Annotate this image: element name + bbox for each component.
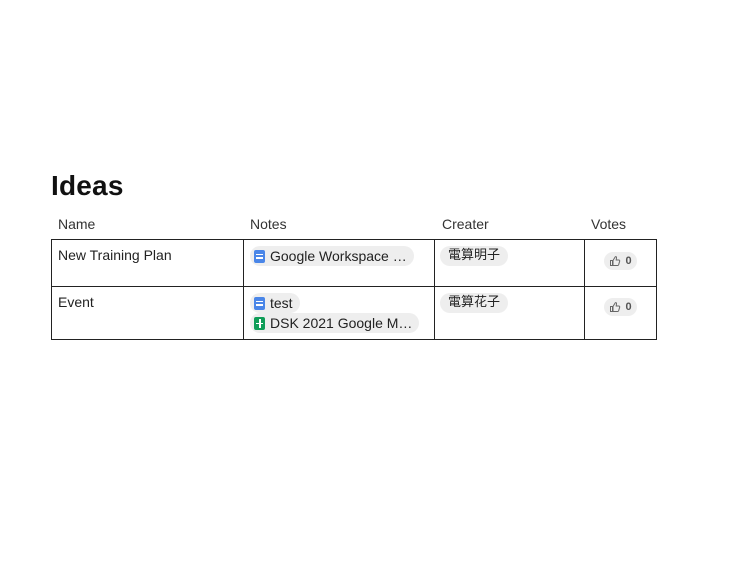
vote-count: 0 xyxy=(625,255,632,267)
docs-icon xyxy=(254,296,265,310)
file-chip[interactable]: test xyxy=(250,293,300,313)
creater-cell[interactable]: 電算明子 xyxy=(434,239,585,287)
notes-cell[interactable]: test DSK 2021 Google M… xyxy=(243,286,435,340)
vote-button[interactable]: 0 xyxy=(604,252,637,270)
table-header: Name Notes Creater Votes xyxy=(51,214,656,234)
ideas-table: New Training Plan Google Workspace … 電算明… xyxy=(51,239,657,340)
vote-count: 0 xyxy=(625,301,632,313)
file-chip-label: DSK 2021 Google M… xyxy=(270,315,413,331)
column-header-name: Name xyxy=(58,216,96,232)
table-row[interactable]: Event test DSK 2021 Google M… 電算花子 0 xyxy=(51,286,657,340)
column-header-notes: Notes xyxy=(250,216,287,232)
person-chip[interactable]: 電算明子 xyxy=(440,246,509,266)
file-chip[interactable]: DSK 2021 Google M… xyxy=(250,313,420,333)
file-chip-label: Google Workspace … xyxy=(270,248,407,264)
page-title: Ideas xyxy=(51,170,124,201)
docs-icon xyxy=(254,249,265,263)
table-row[interactable]: New Training Plan Google Workspace … 電算明… xyxy=(51,239,657,287)
page: Ideas Name Notes Creater Votes New Train… xyxy=(0,0,750,563)
notes-cell[interactable]: Google Workspace … xyxy=(243,239,435,287)
column-header-creater: Creater xyxy=(442,216,489,232)
thumb-up-icon xyxy=(610,302,621,312)
idea-name: Event xyxy=(58,294,94,310)
votes-cell: 0 xyxy=(584,286,657,340)
file-chip-label: test xyxy=(270,295,293,311)
sheets-icon xyxy=(254,316,265,330)
file-chip[interactable]: Google Workspace … xyxy=(250,246,414,266)
thumb-up-icon xyxy=(610,256,621,266)
name-cell[interactable]: New Training Plan xyxy=(51,239,244,287)
column-header-votes: Votes xyxy=(591,216,627,232)
person-chip[interactable]: 電算花子 xyxy=(440,293,509,313)
name-cell[interactable]: Event xyxy=(51,286,244,340)
votes-cell: 0 xyxy=(584,239,657,287)
creater-cell[interactable]: 電算花子 xyxy=(434,286,585,340)
vote-button[interactable]: 0 xyxy=(604,298,637,316)
idea-name: New Training Plan xyxy=(58,247,172,263)
